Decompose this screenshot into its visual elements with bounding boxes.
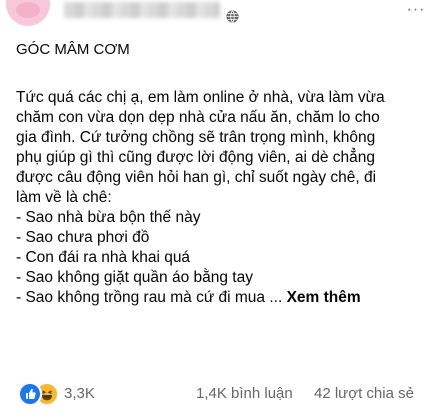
avatar-image — [16, 2, 40, 18]
post-title: GÓC MÂM CƠM — [16, 41, 130, 58]
list-item: - Con đái ra nhà khai quá — [16, 249, 191, 266]
post-header: ··· — [0, 0, 444, 36]
see-more-link[interactable]: Xem thêm — [287, 289, 361, 306]
avatar[interactable] — [6, 0, 50, 26]
post-body: GÓC MÂM CƠM Tức quá các chị ạ, em làm on… — [16, 40, 434, 308]
post-text-line: chăm con vừa dọn dẹp nhà cửa nấu ăn, chă… — [16, 109, 380, 126]
post-paragraph: Tức quá các chị ạ, em làm online ở nhà, … — [16, 88, 434, 308]
list-item-text: - Sao không trồng rau mà cứ đi mua ... — [16, 289, 283, 306]
share-count[interactable]: 42 lượt chia sẻ — [314, 385, 414, 403]
globe-icon — [226, 10, 239, 23]
list-item: - Sao nhà bừa bộn thế này — [16, 209, 201, 226]
author-name-blurred[interactable] — [64, 2, 220, 18]
like-icon — [18, 382, 42, 406]
list-item: - Sao chưa phơi đồ — [16, 229, 150, 246]
reaction-icons[interactable] — [18, 382, 64, 406]
comment-count[interactable]: 1,4K bình luận — [196, 385, 293, 403]
post-footer: 3,3K 1,4K bình luận 42 lượt chia sẻ — [18, 382, 428, 406]
list-item: - Sao không giặt quần áo bằng tay — [16, 269, 253, 286]
more-options-button[interactable]: ··· — [402, 1, 430, 19]
post-text-line: làm về là chê: — [16, 189, 112, 206]
reaction-count[interactable]: 3,3K — [64, 385, 95, 403]
post-card: ··· GÓC MÂM CƠM Tức quá các chị ạ, em là… — [0, 0, 444, 419]
post-text-line: phụ giúp gì thì cũng được lời động viên,… — [16, 149, 376, 166]
post-text-line: Tức quá các chị ạ, em làm online ở nhà, … — [16, 89, 385, 106]
list-item-last: - Sao không trồng rau mà cứ đi mua ... X… — [16, 288, 434, 308]
post-text-line: được câu động viên hỏi han gì, chỉ suốt … — [16, 169, 377, 186]
post-text-line: gia đình. Cứ tưởng chồng sẽ trân trọng m… — [16, 129, 376, 146]
